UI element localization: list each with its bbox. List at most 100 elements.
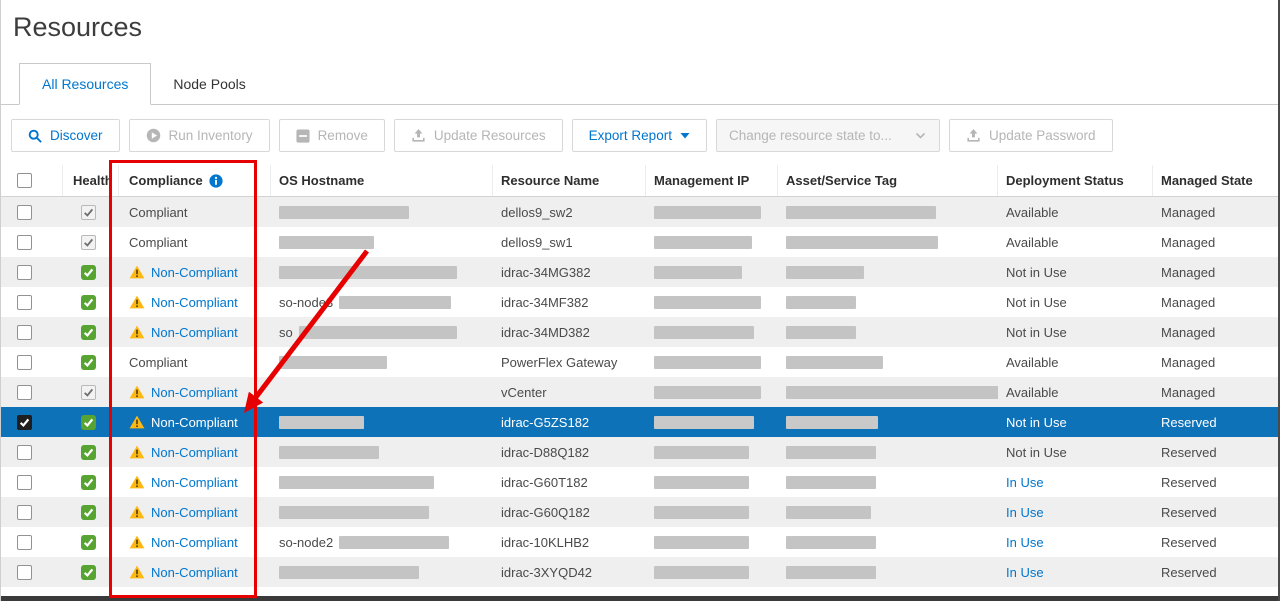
redacted-text (654, 536, 749, 549)
column-header-label: Management IP (654, 173, 749, 188)
managed-state-cell: Reserved (1153, 535, 1280, 550)
non-compliant-link[interactable]: Non-Compliant (151, 325, 238, 340)
row-checkbox[interactable] (17, 535, 32, 550)
row-select-cell (1, 295, 63, 310)
run-inventory-button[interactable]: Run Inventory (129, 119, 270, 152)
deployment-status-cell: Available (998, 205, 1153, 220)
non-compliant-link[interactable]: Non-Compliant (151, 475, 238, 490)
select-all-checkbox[interactable] (17, 173, 32, 188)
table-row[interactable]: Non-Compliantidrac-34MG382Not in UseMana… (1, 257, 1278, 287)
deployment-status-link[interactable]: In Use (1006, 565, 1044, 580)
table-row[interactable]: Non-CompliantvCenterAvailableManaged (1, 377, 1278, 407)
table-row[interactable]: Compliantdellos9_sw1AvailableManaged (1, 227, 1278, 257)
row-checkbox[interactable] (17, 385, 32, 400)
discover-button[interactable]: Discover (11, 119, 120, 152)
managed-state-text: Reserved (1161, 475, 1217, 490)
deployment-status-cell: Not in Use (998, 325, 1153, 340)
column-header-label: Health (73, 173, 113, 188)
table-body: Compliantdellos9_sw2AvailableManagedComp… (1, 197, 1278, 587)
deployment-status-cell: Not in Use (998, 295, 1153, 310)
non-compliant-link[interactable]: Non-Compliant (151, 445, 238, 460)
row-checkbox[interactable] (17, 505, 32, 520)
row-checkbox[interactable] (17, 235, 32, 250)
resource-name-cell: dellos9_sw1 (493, 235, 646, 250)
redacted-text (654, 356, 761, 369)
compliance-cell: Compliant (119, 355, 271, 370)
table-row[interactable]: Non-Compliant idrac-G60T182 In Use Reserved (1, 467, 1278, 497)
resource-name-cell: idrac-G60T182 (493, 475, 646, 490)
health-ok-icon (81, 295, 96, 310)
row-checkbox[interactable] (17, 415, 32, 430)
remove-button-content: Remove (296, 128, 368, 143)
search-icon (28, 129, 42, 143)
deployment-status-text: Not in Use (1006, 445, 1067, 460)
tab-all-resources[interactable]: All Resources (19, 63, 151, 105)
row-checkbox[interactable] (17, 325, 32, 340)
non-compliant-link[interactable]: Non-Compliant (151, 415, 238, 430)
change-resource-state-dropdown[interactable]: Change resource state to... (716, 119, 940, 152)
row-checkbox[interactable] (17, 355, 32, 370)
table-row[interactable]: Non-Compliantidrac-G5ZS182Not in UseRese… (1, 407, 1278, 437)
row-select-cell (1, 265, 63, 280)
health-ok-icon (81, 265, 96, 280)
row-checkbox[interactable] (17, 475, 32, 490)
update-password-button-content: Update Password (966, 128, 1096, 143)
row-checkbox[interactable] (17, 445, 32, 460)
resource-name-cell: vCenter (493, 385, 646, 400)
resource-name-cell: idrac-34MF382 (493, 295, 646, 310)
row-select-cell (1, 325, 63, 340)
managed-state-text: Reserved (1161, 415, 1217, 430)
remove-button[interactable]: Remove (279, 119, 385, 152)
warning-icon (129, 445, 145, 459)
non-compliant-link[interactable]: Non-Compliant (151, 385, 238, 400)
export-report-button[interactable]: Export Report (572, 119, 707, 152)
info-icon[interactable] (209, 174, 223, 188)
table-row[interactable]: Non-Compliantidrac-G60Q182In UseReserved (1, 497, 1278, 527)
row-checkbox[interactable] (17, 295, 32, 310)
table-row[interactable]: Non-Compliantsoidrac-34MD382Not in UseMa… (1, 317, 1278, 347)
tab-node-pools[interactable]: Node Pools (151, 64, 267, 104)
table-row[interactable]: Non-Compliantso-node3idrac-34MF382Not in… (1, 287, 1278, 317)
non-compliant-link[interactable]: Non-Compliant (151, 565, 238, 580)
resource-name: idrac-10KLHB2 (501, 535, 589, 550)
change-resource-state-dropdown-label: Change resource state to... (729, 128, 892, 143)
discover-button-label: Discover (50, 128, 103, 143)
deployment-status-link[interactable]: In Use (1006, 535, 1044, 550)
row-checkbox[interactable] (17, 265, 32, 280)
resource-name-cell: idrac-34MG382 (493, 265, 646, 280)
update-resources-button[interactable]: Update Resources (394, 119, 563, 152)
deployment-status-cell: In Use (998, 565, 1153, 580)
redacted-text (279, 236, 374, 249)
resource-name-cell: idrac-G60Q182 (493, 505, 646, 520)
row-checkbox[interactable] (17, 205, 32, 220)
row-checkbox[interactable] (17, 565, 32, 580)
column-header-asset-service-tag: Asset/Service Tag (778, 165, 998, 196)
resource-name: dellos9_sw1 (501, 235, 573, 250)
table-row[interactable]: Non-Compliantidrac-D88Q182Not in UseRese… (1, 437, 1278, 467)
os-hostname-cell (271, 236, 493, 249)
upload-icon (411, 128, 426, 143)
table-row[interactable]: Non-Compliantso-node2idrac-10KLHB2In Use… (1, 527, 1278, 557)
deployment-status-link[interactable]: In Use (1006, 475, 1044, 490)
table-row[interactable]: Non-Compliantidrac-3XYQD42In UseReserved (1, 557, 1278, 587)
resource-name: idrac-34MG382 (501, 265, 591, 280)
table-row[interactable]: Compliantdellos9_sw2AvailableManaged (1, 197, 1278, 227)
table-row[interactable]: CompliantPowerFlex GatewayAvailableManag… (1, 347, 1278, 377)
os-hostname-cell (271, 506, 493, 519)
non-compliant-link[interactable]: Non-Compliant (151, 535, 238, 550)
deployment-status-cell: In Use (998, 535, 1153, 550)
column-header-management-ip: Management IP (646, 165, 778, 196)
health-cell (63, 505, 119, 520)
compliance-cell: Compliant (119, 205, 271, 220)
update-password-button[interactable]: Update Password (949, 119, 1113, 152)
redacted-text (279, 206, 409, 219)
deployment-status-link[interactable]: In Use (1006, 505, 1044, 520)
management-ip-cell (646, 296, 778, 309)
resource-name-cell: idrac-3XYQD42 (493, 565, 646, 580)
management-ip-cell (646, 536, 778, 549)
column-header-label: Deployment Status (1006, 173, 1124, 188)
non-compliant-link[interactable]: Non-Compliant (151, 265, 238, 280)
non-compliant-link[interactable]: Non-Compliant (151, 295, 238, 310)
management-ip-cell (646, 206, 778, 219)
non-compliant-link[interactable]: Non-Compliant (151, 505, 238, 520)
